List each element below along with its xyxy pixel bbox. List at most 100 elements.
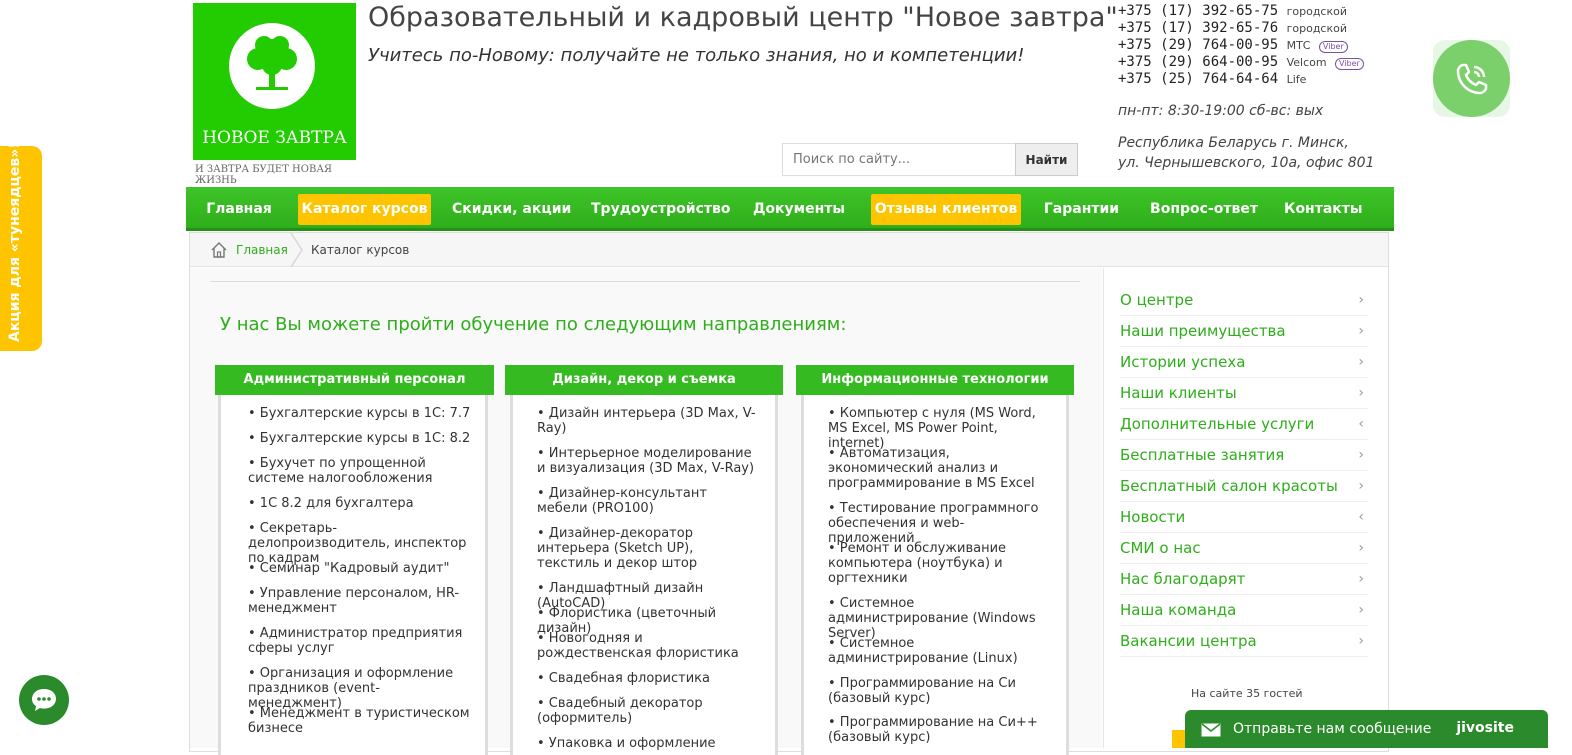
course-link[interactable]: • Секретарь-делопроизводитель, инспектор… xyxy=(248,521,473,566)
course-link[interactable]: • Семинар "Кадровый аудит" xyxy=(248,561,473,576)
guests-counter: На сайте 35 гостей xyxy=(1191,687,1303,700)
course-link[interactable]: • Бухгалтерские курсы в 1С: 8.2 xyxy=(248,431,473,446)
sidebar-item-label: Новости xyxy=(1120,508,1186,526)
sidebar-item-label: Наши клиенты xyxy=(1120,384,1237,402)
sidebar-item-thanks[interactable]: Нас благодарят › xyxy=(1120,564,1368,595)
sidebar-item-media[interactable]: СМИ о нас › xyxy=(1120,533,1368,564)
nav-item-home[interactable]: Главная xyxy=(200,194,278,225)
promo-side-badge-label: Акция для «тунеядцев»! xyxy=(7,142,23,342)
chat-widget[interactable]: Отправьте нам сообщение jivosite xyxy=(1185,710,1548,748)
course-link[interactable]: • Дизайнер-консультант мебели (PRO100) xyxy=(537,486,759,516)
phone-line[interactable]: +375 (17) 392-65-76 городской xyxy=(1118,20,1378,37)
phone-operator: Life xyxy=(1286,73,1307,86)
sidebar-item-free-lessons[interactable]: Бесплатные занятия › xyxy=(1120,440,1368,471)
phone-number[interactable]: +375 (25) 764-64-64 xyxy=(1118,71,1278,87)
nav-item-discounts[interactable]: Скидки, акции xyxy=(452,194,571,225)
course-link[interactable]: • Дизайн интерьера (3D Max, V-Ray) xyxy=(537,406,759,436)
course-link[interactable]: • Бухгалтерские курсы в 1С: 7.7 xyxy=(248,406,473,421)
phone-line[interactable]: +375 (17) 392-65-75 городской xyxy=(1118,3,1378,20)
column-header-admin[interactable]: Административный персонал xyxy=(215,365,494,395)
sidebar-item-vacancies[interactable]: Вакансии центра › xyxy=(1120,626,1368,657)
chevron-left-icon: ‹ xyxy=(1358,416,1364,432)
course-link[interactable]: • Компьютер с нуля (MS Word, MS Excel, M… xyxy=(828,406,1050,451)
chat-bubble-icon[interactable] xyxy=(19,675,69,725)
phone-number[interactable]: +375 (17) 392-65-76 xyxy=(1118,20,1278,36)
phone-operator: городской xyxy=(1286,5,1347,18)
home-icon[interactable] xyxy=(210,241,228,263)
phone-list: +375 (17) 392-65-75 городской +375 (17) … xyxy=(1118,3,1378,88)
course-link[interactable]: • Ремонт и обслуживание компьютера (ноут… xyxy=(828,541,1050,586)
course-link[interactable]: • Организация и оформление праздников (e… xyxy=(248,666,473,711)
phone-line[interactable]: +375 (29) 664-00-95 Velcom Viber xyxy=(1118,54,1378,71)
course-link[interactable]: • Администратор предприятия сферы услуг xyxy=(248,626,473,656)
nav-item-faq[interactable]: Вопрос-ответ xyxy=(1148,194,1260,225)
course-link[interactable]: • Автоматизация, экономический анализ и … xyxy=(828,446,1050,491)
course-link[interactable]: • Свадебный декоратор (оформитель) xyxy=(537,696,759,726)
phone-number[interactable]: +375 (17) 392-65-75 xyxy=(1118,3,1278,19)
phone-line[interactable]: +375 (29) 764-00-95 МТС Viber xyxy=(1118,37,1378,54)
promo-side-badge[interactable]: Акция для «тунеядцев»! xyxy=(0,142,42,351)
sidebar-item-label: Наши преимущества xyxy=(1120,322,1286,340)
search-button[interactable]: Найти xyxy=(1015,143,1078,176)
site-title: Образовательный и кадровый центр "Новое … xyxy=(368,2,1118,33)
working-hours: пн-пт: 8:30-19:00 сб-вс: вых xyxy=(1118,103,1324,119)
course-link[interactable]: • Упаковка и оформление xyxy=(537,736,759,751)
chat-widget-label: Отправьте нам сообщение xyxy=(1233,721,1432,737)
sidebar-item-team[interactable]: Наша команда › xyxy=(1120,595,1368,626)
course-link[interactable]: • Программирование на Си++ (базовый курс… xyxy=(828,715,1050,745)
sidebar-item-clients[interactable]: Наши клиенты › xyxy=(1120,378,1368,409)
chevron-left-icon: ‹ xyxy=(1358,509,1364,525)
phone-number[interactable]: +375 (29) 664-00-95 xyxy=(1118,54,1278,70)
sidebar-item-extra-services[interactable]: Дополнительные услуги ‹ xyxy=(1120,409,1368,440)
sidebar-item-success-stories[interactable]: Истории успеха › xyxy=(1120,347,1368,378)
column-header-design[interactable]: Дизайн, декор и съемка xyxy=(505,365,783,395)
nav-item-employment[interactable]: Трудоустройство xyxy=(591,194,731,225)
nav-item-catalog[interactable]: Каталог курсов xyxy=(298,194,431,225)
breadcrumb-separator xyxy=(290,232,304,268)
chevron-right-icon: › xyxy=(1358,540,1364,556)
sidebar-item-free-salon[interactable]: Бесплатный салон красоты › xyxy=(1120,471,1368,502)
search-input[interactable] xyxy=(782,143,1016,176)
course-link[interactable]: • Тестирование программного обеспечения … xyxy=(828,501,1050,546)
course-link[interactable]: • Новогодняя и рождественская флористика xyxy=(537,631,759,661)
sidebar-item-label: Бесплатный салон красоты xyxy=(1120,477,1338,495)
logo-slogan: И ЗАВТРА БУДЕТ НОВАЯ ЖИЗНЬ xyxy=(195,164,332,186)
column-header-it[interactable]: Информационные технологии xyxy=(796,365,1074,395)
call-button[interactable] xyxy=(1433,40,1510,117)
tree-icon xyxy=(229,23,315,109)
course-link[interactable]: • Системное администрирование (Linux) xyxy=(828,636,1050,666)
phone-operator: городской xyxy=(1286,22,1347,35)
logo[interactable]: НОВОЕ ЗАВТРА xyxy=(193,3,356,160)
sidebar-item-label: Вакансии центра xyxy=(1120,632,1257,650)
course-link[interactable]: • Бухучет по упрощенной системе налогооб… xyxy=(248,456,473,486)
chevron-right-icon: › xyxy=(1358,385,1364,401)
course-link[interactable]: • Интерьерное моделирование и визуализац… xyxy=(537,446,759,476)
phone-operator: МТС xyxy=(1286,39,1311,52)
envelope-icon xyxy=(1201,722,1221,741)
course-link[interactable]: • 1С 8.2 для бухгалтера xyxy=(248,496,473,511)
course-link[interactable]: • Системное администрирование (Windows S… xyxy=(828,596,1050,641)
sidebar-item-news[interactable]: Новости ‹ xyxy=(1120,502,1368,533)
sidebar-item-label: Бесплатные занятия xyxy=(1120,446,1285,464)
course-link[interactable]: • Программирование на Си (базовый курс) xyxy=(828,676,1050,706)
sidebar-item-about[interactable]: О центре › xyxy=(1120,285,1368,316)
nav-item-guarantees[interactable]: Гарантии xyxy=(1042,194,1121,225)
nav-item-documents[interactable]: Документы xyxy=(752,194,846,225)
divider xyxy=(210,281,1080,282)
course-link[interactable]: • Менеджмент в туристическом бизнесе xyxy=(248,706,473,736)
sidebar-item-label: О центре xyxy=(1120,291,1194,309)
main-nav: Главная Каталог курсов Скидки, акции Тру… xyxy=(186,187,1394,231)
phone-operator: Velcom xyxy=(1286,56,1327,69)
phone-number[interactable]: +375 (29) 764-00-95 xyxy=(1118,37,1278,53)
nav-item-contacts[interactable]: Контакты xyxy=(1284,194,1363,225)
phone-line[interactable]: +375 (25) 764-64-64 Life xyxy=(1118,71,1378,88)
chevron-right-icon: › xyxy=(1358,292,1364,308)
yellow-tab[interactable] xyxy=(1172,730,1186,748)
sidebar-item-advantages[interactable]: Наши преимущества › xyxy=(1120,316,1368,347)
course-link[interactable]: • Дизайнер-декоратор интерьера (Sketch U… xyxy=(537,526,759,571)
nav-item-reviews[interactable]: Отзывы клиентов xyxy=(871,194,1021,225)
breadcrumb-home[interactable]: Главная xyxy=(236,243,288,257)
course-link[interactable]: • Свадебная флористика xyxy=(537,671,759,686)
chat-brand: jivosite xyxy=(1456,720,1514,736)
course-link[interactable]: • Управление персоналом, HR-менеджмент xyxy=(248,586,473,616)
